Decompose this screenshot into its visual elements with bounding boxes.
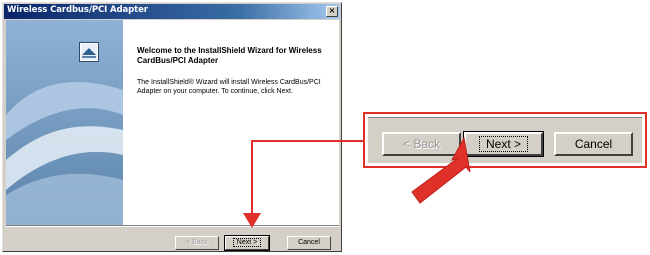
pointer-arrow-icon [411,136,471,204]
down-arrow-icon [243,213,261,228]
connector-line [251,140,363,215]
annotation-overlay [243,136,471,228]
